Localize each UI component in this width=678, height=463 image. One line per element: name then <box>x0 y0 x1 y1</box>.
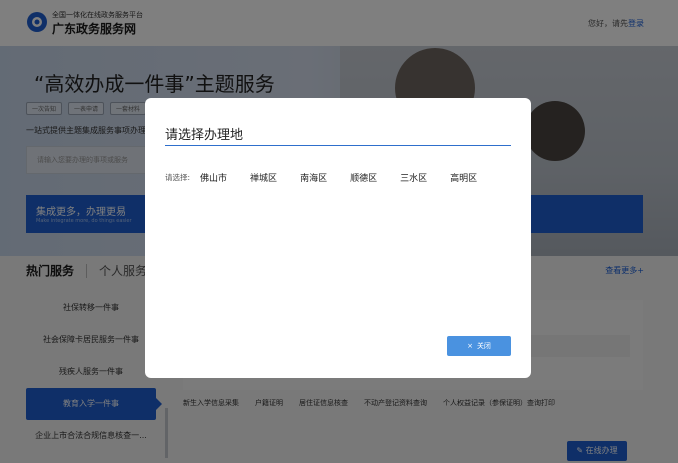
modal-title-divider <box>165 145 511 146</box>
region-option-foshan[interactable]: 佛山市 <box>200 171 227 184</box>
region-option-sanshui[interactable]: 三水区 <box>400 171 427 184</box>
region-option-chancheng[interactable]: 禅城区 <box>250 171 277 184</box>
close-button[interactable]: × 关闭 <box>447 336 511 356</box>
region-select-modal: 请选择办理地 请选择: 佛山市 禅城区 南海区 顺德区 三水区 高明区 × 关闭 <box>145 98 531 378</box>
region-option-gaoming[interactable]: 高明区 <box>450 171 477 184</box>
region-option-nanhai[interactable]: 南海区 <box>300 171 327 184</box>
region-option-shunde[interactable]: 顺德区 <box>350 171 377 184</box>
close-icon: × <box>467 342 473 350</box>
modal-title: 请选择办理地 <box>165 128 244 143</box>
region-options: 请选择: 佛山市 禅城区 南海区 顺德区 三水区 高明区 <box>165 171 500 184</box>
close-button-label: 关闭 <box>476 342 491 350</box>
region-label: 请选择: <box>165 173 191 182</box>
